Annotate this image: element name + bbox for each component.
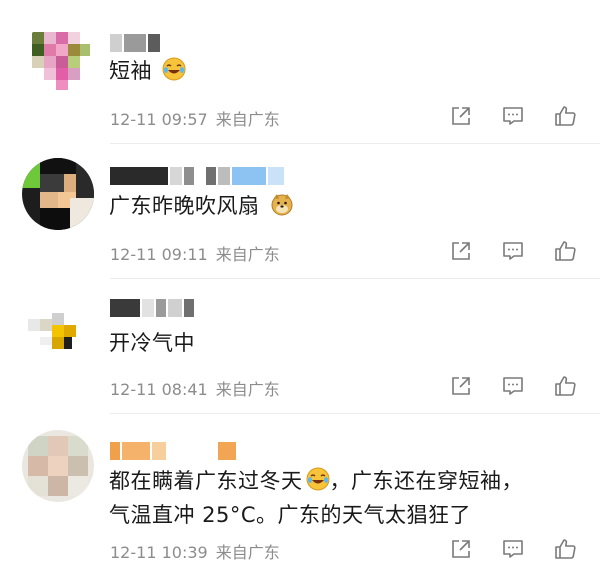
- comment-icon: [503, 107, 523, 125]
- comment-text: 短袖: [109, 56, 186, 89]
- location: 来自广东: [215, 380, 280, 399]
- comment-text-line-1: 都在瞒着广东过冬天 ，广东还在穿短袖，: [109, 466, 523, 499]
- share-icon: [452, 540, 470, 558]
- like-button[interactable]: [552, 373, 578, 399]
- separator: [110, 143, 600, 144]
- timestamp: 12-11 09:57: [110, 110, 208, 129]
- timestamp: 12-11 08:41: [110, 380, 208, 399]
- avatar[interactable]: [22, 430, 94, 502]
- username-pixelated[interactable]: [110, 298, 194, 318]
- action-bar: [448, 238, 578, 264]
- location: 来自广东: [215, 543, 280, 562]
- share-button[interactable]: [448, 103, 474, 129]
- thumbs-up-icon: [555, 241, 576, 261]
- action-bar: [448, 536, 578, 562]
- laughing-tears-emoji: [162, 57, 186, 89]
- avatar[interactable]: [22, 158, 94, 230]
- comment-icon: [503, 540, 523, 558]
- location: 来自广东: [215, 110, 280, 129]
- comment-meta: 12-11 08:41 来自广东: [110, 376, 280, 400]
- doge-emoji: [270, 192, 294, 224]
- avatar[interactable]: [22, 22, 94, 94]
- share-icon: [452, 242, 470, 260]
- share-button[interactable]: [448, 536, 474, 562]
- like-button[interactable]: [552, 103, 578, 129]
- comment-icon: [503, 242, 523, 260]
- thumbs-up-icon: [555, 539, 576, 559]
- share-button[interactable]: [448, 373, 474, 399]
- separator: [110, 413, 600, 414]
- separator: [110, 278, 600, 279]
- comment-button[interactable]: [500, 536, 526, 562]
- timestamp: 12-11 10:39: [110, 543, 208, 562]
- comment-button[interactable]: [500, 373, 526, 399]
- username-pixelated[interactable]: [110, 441, 236, 461]
- action-bar: [448, 103, 578, 129]
- comment-meta: 12-11 10:39 来自广东: [110, 539, 280, 563]
- comment-meta: 12-11 09:57 来自广东: [110, 106, 280, 130]
- timestamp: 12-11 09:11: [110, 245, 208, 264]
- comment-text: 开冷气中: [109, 331, 195, 355]
- comment-button[interactable]: [500, 103, 526, 129]
- thumbs-up-icon: [555, 106, 576, 126]
- action-bar: [448, 373, 578, 399]
- comment-meta: 12-11 09:11 来自广东: [110, 241, 280, 265]
- comment-icon: [503, 377, 523, 395]
- location: 来自广东: [215, 245, 280, 264]
- comment-text-line-2: 气温直冲 25°C。广东的天气太猖狂了: [109, 503, 472, 527]
- username-pixelated[interactable]: [110, 33, 160, 53]
- laughing-tears-emoji: [306, 467, 330, 499]
- share-button[interactable]: [448, 238, 474, 264]
- like-button[interactable]: [552, 536, 578, 562]
- thumbs-up-icon: [555, 376, 576, 396]
- comment-feed: 短袖 12-11 09:57 来自广东 广东昨晚吹风扇 12-11 09:11 …: [0, 0, 600, 580]
- username-pixelated[interactable]: [110, 166, 284, 186]
- comment-text: 广东昨晚吹风扇: [109, 191, 294, 224]
- share-icon: [452, 107, 470, 125]
- share-icon: [452, 377, 470, 395]
- avatar[interactable]: [22, 295, 94, 367]
- like-button[interactable]: [552, 238, 578, 264]
- comment-button[interactable]: [500, 238, 526, 264]
